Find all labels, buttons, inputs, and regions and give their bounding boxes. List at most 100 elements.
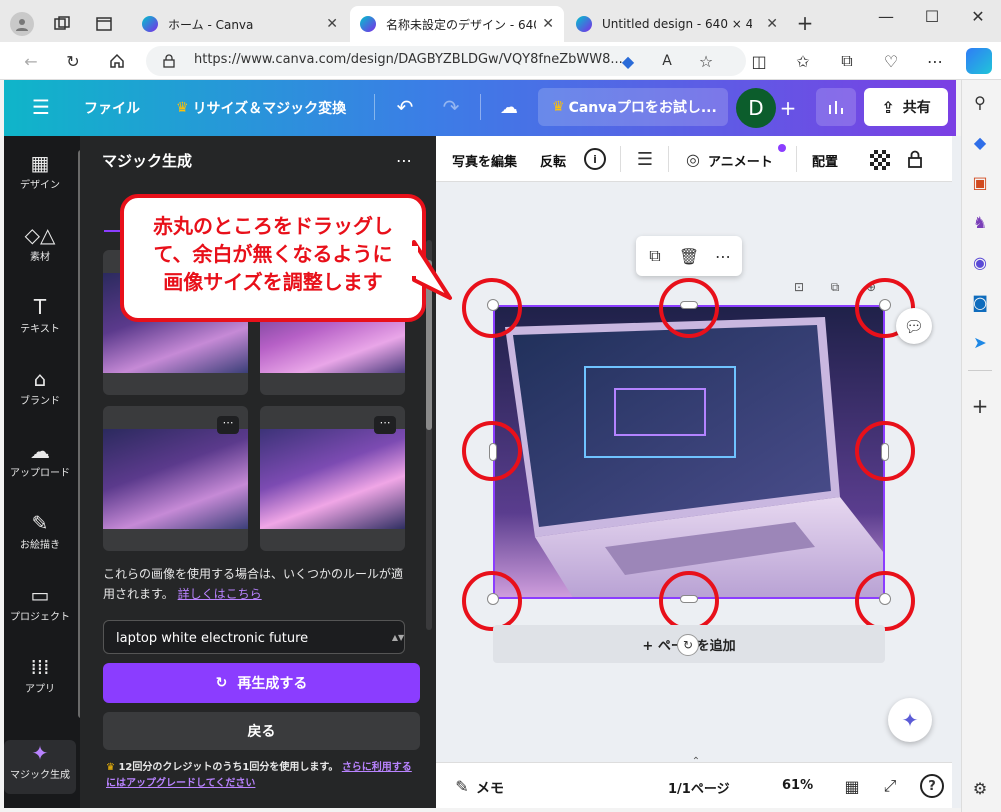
shopping-tag-icon[interactable]: ◆ bbox=[970, 132, 990, 152]
new-tab-icon[interactable]: + bbox=[794, 11, 816, 35]
animate-button[interactable]: アニメート bbox=[708, 151, 773, 170]
panel-more-icon[interactable]: ⋯ bbox=[392, 150, 416, 170]
zoom-level[interactable]: 61% bbox=[782, 778, 813, 793]
rail-item-apps[interactable]: ⁞⁞⁞ アプリ bbox=[4, 654, 76, 716]
prompt-input[interactable]: laptop white electronic future bbox=[103, 620, 405, 654]
back-button[interactable]: 戻る bbox=[103, 712, 420, 750]
minimize-icon[interactable]: — bbox=[874, 6, 898, 26]
transparency-icon[interactable] bbox=[870, 150, 890, 170]
arrange-button[interactable]: 配置 bbox=[812, 151, 838, 170]
tools-briefcase-icon[interactable]: ▣ bbox=[970, 172, 990, 192]
rail-label: デザイン bbox=[20, 180, 60, 191]
crown-icon: ♛ bbox=[106, 762, 119, 773]
games-icon[interactable]: ♞ bbox=[970, 212, 990, 232]
share-button[interactable]: ⇪ 共有 bbox=[864, 88, 948, 126]
tab-untitled-design[interactable]: Untitled design - 640 × 480px ✕ bbox=[566, 6, 788, 42]
more-options-icon[interactable]: ⋯ bbox=[712, 245, 734, 267]
canvas-scrollbar[interactable] bbox=[940, 190, 950, 750]
more-menu-icon[interactable]: ⋯ bbox=[924, 51, 946, 71]
favorite-star-icon[interactable]: ☆ bbox=[696, 51, 716, 71]
home-icon[interactable] bbox=[106, 50, 128, 72]
duplicate-icon[interactable]: ⧉ bbox=[644, 245, 666, 267]
undo-icon[interactable]: ↶ bbox=[394, 95, 416, 119]
image-more-icon[interactable]: ⋯ bbox=[217, 416, 239, 434]
animate-icon[interactable]: ◎ bbox=[682, 148, 704, 170]
magic-sparkle-icon[interactable]: ✦ bbox=[888, 698, 932, 742]
file-menu-button[interactable]: ファイル bbox=[84, 98, 140, 118]
page-lock-icon[interactable]: ⊡ bbox=[790, 278, 808, 296]
crown-icon: ♛ bbox=[176, 100, 189, 116]
lock-icon[interactable] bbox=[904, 148, 926, 170]
tab-label: Untitled design - 640 × 480px bbox=[602, 17, 752, 31]
laptop-photo[interactable] bbox=[493, 305, 885, 599]
send-icon[interactable]: ➤ bbox=[970, 332, 990, 352]
favorites-icon[interactable]: ✩ bbox=[792, 51, 814, 71]
browser-essentials-icon[interactable]: ♡ bbox=[880, 51, 902, 71]
outlook-icon[interactable]: ◙ bbox=[970, 292, 990, 312]
rail-item-text[interactable]: T テキスト bbox=[4, 294, 76, 356]
page-indicator[interactable]: 1/1ページ bbox=[668, 778, 730, 797]
prompt-scroll-arrows-icon[interactable]: ▲▼ bbox=[392, 624, 404, 650]
canva-favicon-icon bbox=[142, 16, 158, 32]
usage-notice: これらの画像を使用する場合は、いくつかのルールが適用されます。 詳しくはこちら bbox=[103, 564, 413, 604]
hamburger-menu-icon[interactable]: ☰ bbox=[30, 95, 52, 119]
rail-item-magic-media[interactable]: ✦ マジック生成 bbox=[4, 740, 76, 794]
read-aloud-icon[interactable]: A bbox=[656, 51, 678, 71]
rail-item-projects[interactable]: ▭ プロジェクト bbox=[4, 582, 76, 644]
notes-icon[interactable]: ✎ bbox=[452, 776, 472, 796]
redo-icon[interactable]: ↷ bbox=[440, 95, 462, 119]
copilot-icon[interactable] bbox=[966, 48, 992, 74]
help-icon[interactable]: ? bbox=[920, 774, 944, 798]
info-icon[interactable]: i bbox=[584, 148, 606, 170]
split-screen-icon[interactable]: ◫ bbox=[748, 51, 770, 71]
page-duplicate-icon[interactable]: ⧉ bbox=[826, 278, 844, 296]
sidebar-settings-icon[interactable]: ⚙ bbox=[970, 778, 990, 798]
trash-icon[interactable]: 🗑︎ bbox=[678, 245, 700, 267]
resize-magic-button[interactable]: ♛ リサイズ＆マジック変換 bbox=[176, 98, 346, 118]
fullscreen-icon[interactable]: ⤢ bbox=[880, 776, 900, 796]
tab-canva-home[interactable]: ホーム - Canva ✕ bbox=[132, 6, 348, 42]
line-style-icon[interactable]: ☰ bbox=[634, 148, 656, 170]
rotate-handle-icon[interactable]: ↻ bbox=[677, 634, 699, 656]
close-tab-icon[interactable]: ✕ bbox=[542, 16, 554, 32]
site-info-icon[interactable] bbox=[160, 52, 178, 70]
rail-item-draw[interactable]: ✎ お絵描き bbox=[4, 510, 76, 572]
tab-actions-icon[interactable] bbox=[94, 14, 114, 34]
add-collaborator-icon[interactable]: + bbox=[776, 96, 800, 120]
microsoft365-icon[interactable]: ◉ bbox=[970, 252, 990, 272]
magic-icon: ✦ bbox=[31, 741, 49, 765]
refresh-icon[interactable]: ↻ bbox=[62, 50, 84, 72]
try-canva-pro-button[interactable]: ♛ Canvaプロをお試し... bbox=[538, 88, 728, 126]
insights-chart-icon[interactable] bbox=[816, 88, 856, 126]
flip-button[interactable]: 反転 bbox=[540, 151, 566, 170]
back-icon[interactable]: ← bbox=[20, 50, 42, 72]
annotation-ring bbox=[855, 421, 915, 481]
learn-more-link[interactable]: 詳しくはこちら bbox=[178, 587, 262, 601]
folder-icon: ▭ bbox=[30, 583, 50, 607]
edit-photo-button[interactable]: 写真を編集 bbox=[452, 151, 517, 170]
close-tab-icon[interactable]: ✕ bbox=[326, 16, 338, 32]
share-upload-icon: ⇪ bbox=[881, 97, 895, 117]
rail-item-elements[interactable]: ◇△ 素材 bbox=[4, 222, 76, 284]
coupon-tag-icon[interactable]: ◆ bbox=[618, 51, 638, 71]
collections-icon[interactable]: ⧉ bbox=[836, 51, 858, 71]
cloud-saved-icon[interactable]: ☁ bbox=[497, 96, 521, 118]
close-window-icon[interactable]: ✕ bbox=[966, 6, 990, 26]
add-comment-icon[interactable]: 💬︎ bbox=[896, 308, 932, 344]
search-icon[interactable]: ⚲ bbox=[970, 92, 990, 112]
close-tab-icon[interactable]: ✕ bbox=[766, 16, 778, 32]
image-more-icon[interactable]: ⋯ bbox=[374, 416, 396, 434]
regenerate-button[interactable]: ↻ 再生成する bbox=[103, 663, 420, 703]
rail-item-design[interactable]: ▦ デザイン bbox=[4, 150, 76, 212]
maximize-icon[interactable]: ☐ bbox=[920, 6, 944, 26]
avatar[interactable]: D bbox=[736, 88, 776, 128]
profile-icon[interactable] bbox=[10, 12, 34, 36]
add-sidebar-app-icon[interactable]: + bbox=[970, 394, 990, 418]
canva-favicon-icon bbox=[360, 16, 376, 32]
notes-button[interactable]: メモ bbox=[476, 778, 504, 798]
rail-item-brand[interactable]: ⌂ ブランド bbox=[4, 366, 76, 428]
workspaces-icon[interactable] bbox=[52, 14, 72, 34]
rail-item-upload[interactable]: ☁ アップロード bbox=[4, 438, 76, 500]
tab-current-design[interactable]: 名称未設定のデザイン - 640 × ✕ bbox=[350, 6, 564, 42]
grid-view-icon[interactable]: ▦ bbox=[842, 776, 862, 796]
